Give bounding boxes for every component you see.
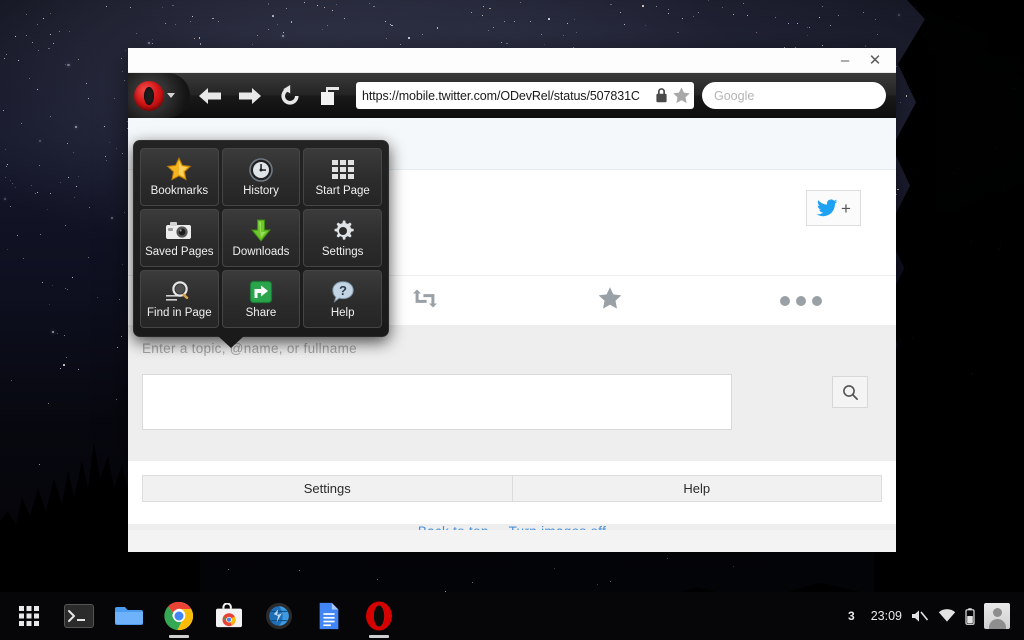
menu-item-label: Downloads: [232, 245, 290, 258]
window-titlebar[interactable]: – ✕: [128, 48, 896, 73]
page-bottom-filler: [128, 530, 896, 552]
gear-icon: [331, 219, 355, 243]
search-input[interactable]: Google: [702, 82, 886, 109]
tray-status-area[interactable]: 23:09: [863, 597, 1018, 635]
menu-item-settings[interactable]: Settings: [303, 209, 382, 267]
url-text: https://mobile.twitter.com/ODevRel/statu…: [362, 88, 640, 103]
tabs-button[interactable]: [310, 73, 350, 118]
opera-app-button[interactable]: [356, 593, 402, 639]
menu-item-find-in-page[interactable]: Find in Page: [140, 270, 219, 328]
menu-item-share[interactable]: Share: [221, 270, 301, 328]
search-submit-button[interactable]: [832, 376, 868, 408]
chevron-down-icon: [167, 93, 175, 98]
web-store-icon: [216, 603, 242, 628]
menu-item-label: Bookmarks: [150, 184, 209, 197]
search-hint-label: Enter a topic, @name, or fullname: [142, 341, 357, 356]
search-row: [142, 374, 882, 430]
minimize-button[interactable]: –: [832, 50, 858, 70]
battery-icon: [965, 607, 975, 625]
more-actions-button[interactable]: [780, 295, 822, 306]
question-mark-icon: ?: [331, 280, 355, 304]
opera-menu-button[interactable]: [128, 73, 190, 118]
taskbar-shelf: 3 23:09: [0, 592, 1024, 640]
chrome-icon: [164, 601, 194, 631]
twitter-bird-icon: [816, 199, 838, 217]
tabs-icon: [321, 86, 339, 105]
menu-item-label: Saved Pages: [145, 245, 214, 258]
menu-item-saved-pages[interactable]: Saved Pages: [140, 209, 219, 267]
forward-arrow-icon: [239, 87, 261, 104]
tray-notification-count[interactable]: 3: [840, 607, 863, 625]
browser-toolbar: https://mobile.twitter.com/ODevRel/statu…: [128, 73, 896, 348]
menu-item-label: Settings: [321, 245, 364, 258]
shelf-app-list: [6, 593, 402, 639]
chrome-app-button[interactable]: [156, 593, 202, 639]
tray-clock: 23:09: [870, 609, 902, 623]
reload-button[interactable]: [270, 73, 310, 118]
web-store-app-button[interactable]: [206, 593, 252, 639]
opera-browser-window: – ✕ https://mobile.twitter.com/ODevRel/s…: [128, 48, 896, 552]
system-tray: 3 23:09: [840, 597, 1018, 635]
bookmark-star-icon[interactable]: [672, 86, 691, 105]
favorite-button[interactable]: [597, 286, 623, 316]
ellipsis-icon: [796, 295, 806, 306]
menu-item-label: Start Page: [315, 184, 370, 197]
user-avatar[interactable]: [984, 603, 1010, 629]
menu-item-history[interactable]: History: [221, 148, 301, 206]
magnifier-icon: [165, 280, 193, 304]
retweet-button[interactable]: [409, 287, 441, 314]
lock-icon: [656, 88, 667, 103]
grid-icon: [331, 158, 355, 182]
folder-icon: [115, 607, 143, 625]
browser-app-button[interactable]: [256, 593, 302, 639]
ellipsis-icon: [812, 295, 822, 306]
terminal-app-button[interactable]: [56, 593, 102, 639]
footer-help-button[interactable]: Help: [513, 476, 882, 501]
star-icon: [166, 157, 192, 182]
docs-app-button[interactable]: [306, 593, 352, 639]
retweet-icon: [413, 289, 437, 307]
twitter-follow-button[interactable]: +: [806, 190, 861, 226]
twitter-search-input[interactable]: [142, 374, 732, 430]
opera-popup-menu: Bookmarks History Start Page Saved Pages…: [133, 140, 389, 348]
menu-item-label: History: [243, 184, 279, 197]
back-arrow-icon: [199, 87, 221, 104]
reload-icon: [281, 84, 299, 105]
opera-logo-icon: [134, 80, 164, 111]
menu-item-bookmarks[interactable]: Bookmarks: [140, 148, 219, 206]
download-arrow-icon: [250, 219, 272, 243]
address-bar[interactable]: https://mobile.twitter.com/ODevRel/statu…: [356, 82, 694, 109]
ellipsis-icon: [780, 295, 790, 306]
document-icon: [319, 602, 339, 630]
menu-item-label: Help: [330, 306, 355, 319]
wifi-icon: [938, 609, 956, 623]
footer-settings-button[interactable]: Settings: [143, 476, 512, 501]
menu-item-downloads[interactable]: Downloads: [221, 209, 301, 267]
menu-item-help[interactable]: ? Help: [303, 270, 382, 328]
search-placeholder: Google: [714, 88, 755, 103]
terminal-icon: [64, 604, 94, 628]
opera-menu-grid: Bookmarks History Start Page Saved Pages…: [140, 148, 382, 328]
address-and-search-area: https://mobile.twitter.com/ODevRel/statu…: [350, 82, 896, 109]
menu-item-label: Find in Page: [147, 306, 212, 319]
app-launcher-button[interactable]: [6, 593, 52, 639]
footer-button-group: Settings Help: [142, 475, 882, 502]
close-button[interactable]: ✕: [862, 50, 888, 70]
star-icon: [598, 286, 622, 309]
globe-icon: [265, 602, 293, 630]
menu-item-start-page[interactable]: Start Page: [303, 148, 382, 206]
camera-icon: [165, 219, 193, 243]
menu-item-label: Share: [245, 306, 277, 319]
clock-icon: [249, 157, 273, 182]
grid-icon: [19, 606, 39, 626]
forward-button[interactable]: [230, 73, 270, 118]
files-app-button[interactable]: [106, 593, 152, 639]
follow-plus-label: +: [841, 198, 851, 218]
svg-text:?: ?: [339, 283, 347, 298]
magnifier-icon: [842, 384, 858, 400]
opera-icon: [366, 601, 392, 631]
back-button[interactable]: [190, 73, 230, 118]
volume-muted-icon: [911, 608, 929, 624]
share-icon: [249, 280, 273, 304]
